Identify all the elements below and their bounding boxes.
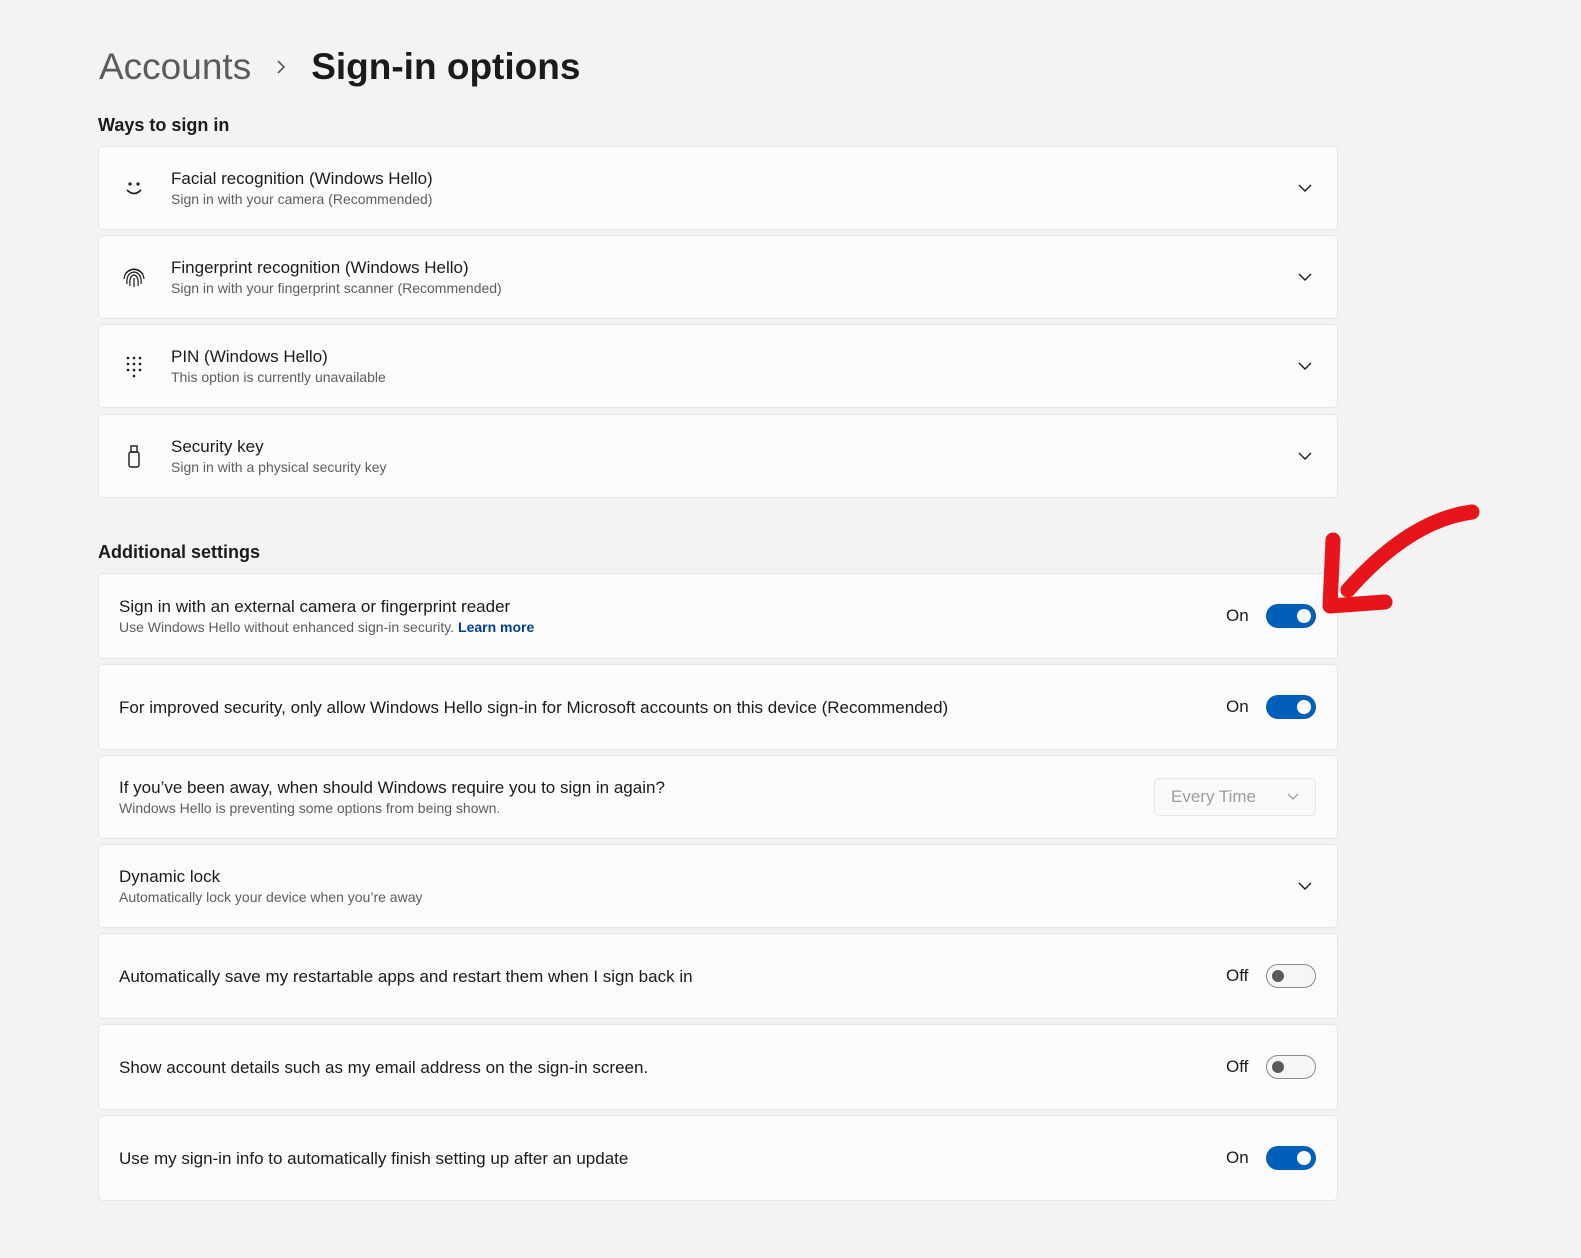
account-details-toggle[interactable] [1266, 1055, 1316, 1079]
toggle-state-label: Off [1226, 966, 1249, 985]
external-camera-row: Sign in with an external camera or finge… [98, 573, 1338, 659]
page-title: Sign-in options [311, 46, 581, 87]
row-title: Use my sign-in info to automatically fin… [119, 1148, 629, 1168]
ways-to-sign-in-heading: Ways to sign in [98, 115, 230, 135]
chevron-down-icon[interactable] [1293, 265, 1317, 289]
security-key-row[interactable]: Security key Sign in with a physical sec… [98, 414, 1338, 498]
row-title: PIN (Windows Hello) [171, 346, 328, 366]
dropdown-selected-value: Every Time [1171, 787, 1257, 806]
away-signin-row: If you’ve been away, when should Windows… [98, 755, 1338, 839]
row-subtitle: Sign in with a physical security key [171, 458, 387, 475]
toggle-state-label: On [1226, 606, 1249, 625]
row-title: If you’ve been away, when should Windows… [119, 777, 665, 797]
hello-only-row: For improved security, only allow Window… [98, 664, 1338, 750]
chevron-down-icon[interactable] [1293, 444, 1317, 468]
update-signin-row: Use my sign-in info to automatically fin… [98, 1115, 1338, 1201]
away-signin-dropdown[interactable]: Every Time [1154, 778, 1316, 816]
row-title: Fingerprint recognition (Windows Hello) [171, 257, 469, 277]
update-signin-toggle[interactable] [1266, 1146, 1316, 1170]
annotation-arrow-icon [1322, 504, 1480, 614]
toggle-knob [1297, 1151, 1311, 1165]
toggle-knob [1272, 1061, 1284, 1073]
face-icon [119, 173, 149, 203]
learn-more-link[interactable]: Learn more [458, 619, 534, 635]
row-subtitle: Windows Hello is preventing some options… [119, 799, 501, 816]
chevron-down-icon[interactable] [1293, 176, 1317, 200]
account-details-row: Show account details such as my email ad… [98, 1024, 1338, 1110]
breadcrumb-accounts-link[interactable]: Accounts [99, 44, 251, 90]
breadcrumb: Accounts Sign-in options [99, 44, 580, 90]
chevron-right-icon [273, 59, 289, 75]
row-title: Dynamic lock [119, 866, 221, 886]
additional-settings-heading: Additional settings [98, 542, 260, 562]
toggle-state-label: Off [1226, 1057, 1249, 1076]
chevron-down-icon[interactable] [1293, 874, 1317, 898]
chevron-down-icon[interactable] [1293, 354, 1317, 378]
fingerprint-icon [119, 262, 149, 292]
keypad-icon [119, 351, 149, 381]
fingerprint-recognition-row[interactable]: Fingerprint recognition (Windows Hello) … [98, 235, 1338, 319]
row-subtitle: Use Windows Hello without enhanced sign-… [119, 618, 1226, 637]
toggle-state-label: On [1226, 1148, 1249, 1167]
row-title: Sign in with an external camera or finge… [119, 596, 511, 616]
row-title: For improved security, only allow Window… [119, 697, 949, 717]
chevron-down-icon [1287, 787, 1299, 807]
row-subtitle: Sign in with your fingerprint scanner (R… [171, 279, 502, 296]
row-subtitle: Sign in with your camera (Recommended) [171, 190, 433, 207]
row-subtitle: Automatically lock your device when you’… [119, 888, 423, 905]
hello-only-toggle[interactable] [1266, 695, 1316, 719]
row-title: Facial recognition (Windows Hello) [171, 168, 433, 188]
toggle-knob [1297, 700, 1311, 714]
restart-apps-row: Automatically save my restartable apps a… [98, 933, 1338, 1019]
row-title: Security key [171, 436, 264, 456]
row-title: Show account details such as my email ad… [119, 1057, 649, 1077]
dynamic-lock-row[interactable]: Dynamic lock Automatically lock your dev… [98, 844, 1338, 928]
facial-recognition-row[interactable]: Facial recognition (Windows Hello) Sign … [98, 146, 1338, 230]
row-title: Automatically save my restartable apps a… [119, 966, 693, 986]
restart-apps-toggle[interactable] [1266, 964, 1316, 988]
toggle-knob [1272, 970, 1284, 982]
pin-row[interactable]: PIN (Windows Hello) This option is curre… [98, 324, 1338, 408]
row-subtitle: This option is currently unavailable [171, 368, 386, 385]
row-subtitle-text: Use Windows Hello without enhanced sign-… [119, 618, 455, 635]
toggle-state-label: On [1226, 697, 1249, 716]
usb-key-icon [119, 441, 149, 471]
